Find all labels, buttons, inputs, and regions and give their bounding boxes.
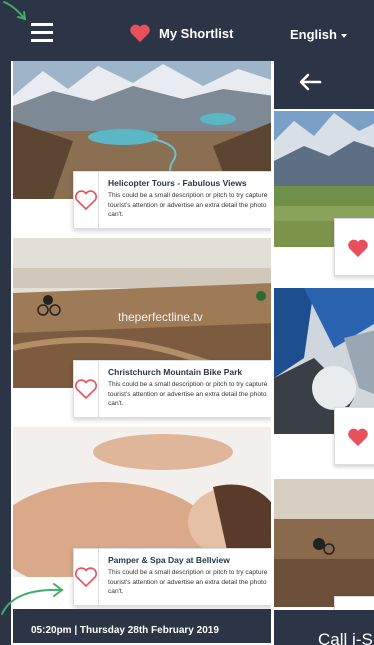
- favorite-toggle[interactable]: [74, 549, 99, 605]
- detail-image-biking: [274, 479, 374, 607]
- heart-outline-icon: [74, 190, 98, 211]
- card-info: Pamper & Spa Day at Bellview This could …: [73, 548, 271, 606]
- card-info: Helicopter Tours - Fabulous Views This c…: [73, 171, 271, 229]
- favorite-toggle[interactable]: [74, 172, 99, 228]
- detail-heart-box[interactable]: [334, 407, 374, 465]
- card-info: Christchurch Mountain Bike Park This cou…: [73, 360, 271, 418]
- detail-screen-preview: Call i-S: [272, 55, 374, 645]
- shortlist-screen: Helicopter Tours - Fabulous Views This c…: [11, 61, 273, 645]
- status-footer: 05:20pm | Thursday 28th February 2019: [13, 609, 271, 643]
- heart-outline-icon: [74, 567, 98, 588]
- hamburger-icon[interactable]: [31, 23, 55, 43]
- card-description: This could be a small description or pit…: [108, 381, 268, 407]
- favorite-toggle[interactable]: [74, 361, 99, 417]
- heart-icon: [130, 24, 150, 43]
- card-title: Pamper & Spa Day at Bellview: [108, 555, 230, 565]
- heart-filled-icon: [348, 239, 368, 258]
- back-arrow-icon[interactable]: [296, 67, 326, 97]
- language-label: English: [290, 27, 337, 42]
- card-description: This could be a small description or pit…: [108, 569, 268, 595]
- shortlist-card[interactable]: theperfectline.tv Christchurch Mountain …: [13, 238, 271, 418]
- heart-outline-icon: [74, 379, 98, 400]
- caret-down-icon: [340, 33, 347, 38]
- heart-filled-icon: [348, 428, 368, 447]
- stage: Call i-S My Shortlist English Helicopter…: [0, 0, 374, 645]
- shortlist-card[interactable]: Helicopter Tours - Fabulous Views This c…: [13, 61, 271, 233]
- call-banner[interactable]: Call i-S: [274, 610, 374, 645]
- app-header: My Shortlist English: [11, 9, 374, 61]
- card-title: Christchurch Mountain Bike Park: [108, 367, 243, 377]
- card-title: Helicopter Tours - Fabulous Views: [108, 178, 247, 188]
- watermark-logo: theperfectline.tv: [118, 310, 203, 324]
- detail-header: [274, 55, 374, 109]
- shortlist-card[interactable]: Pamper & Spa Day at Bellview This could …: [13, 427, 271, 609]
- page-title: My Shortlist: [159, 25, 234, 41]
- card-description: This could be a small description or pit…: [108, 192, 268, 218]
- header-title: My Shortlist: [129, 23, 233, 43]
- language-selector[interactable]: English: [290, 27, 347, 42]
- detail-heart-box[interactable]: [334, 218, 374, 276]
